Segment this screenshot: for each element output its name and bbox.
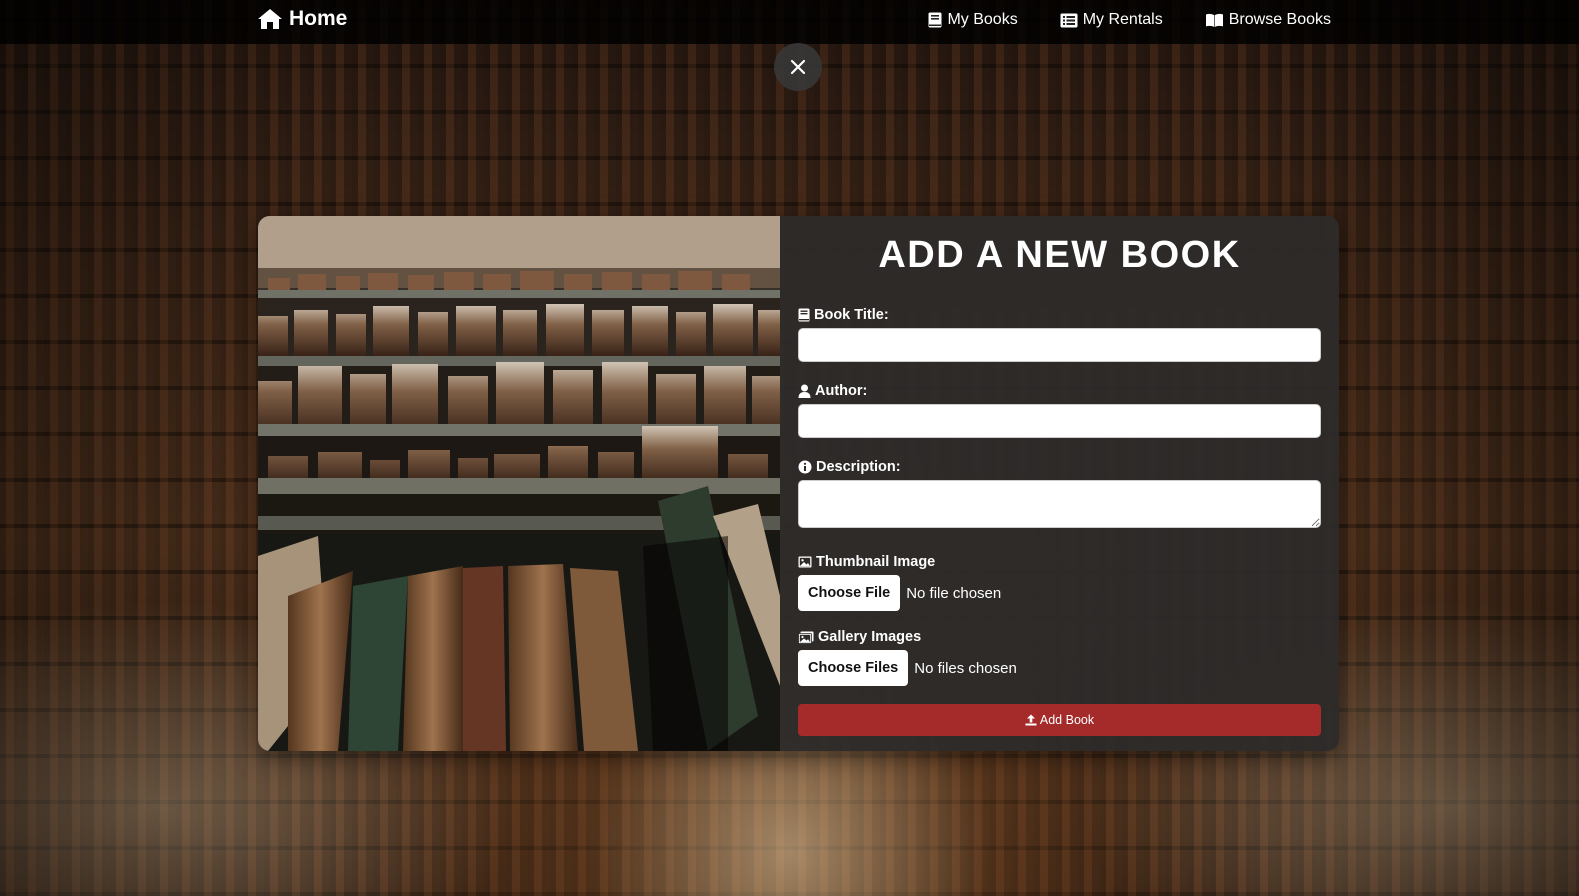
choose-file-button[interactable]: Choose File bbox=[798, 575, 901, 611]
open-book-icon bbox=[1205, 13, 1224, 28]
author-label: Author: bbox=[798, 383, 1321, 399]
book-icon bbox=[928, 12, 942, 28]
upload-icon bbox=[1025, 714, 1037, 726]
home-icon bbox=[257, 8, 283, 30]
add-book-form: ADD A NEW BOOK Book Title: Author: Descr… bbox=[780, 216, 1339, 751]
choose-files-button[interactable]: Choose Files bbox=[798, 650, 909, 686]
description-label: Description: bbox=[798, 459, 1321, 475]
thumbnail-file-input: Choose File No file chosen bbox=[798, 575, 1321, 611]
add-book-label: Add Book bbox=[1039, 713, 1095, 727]
book-icon bbox=[798, 308, 810, 322]
nav-links: My Books My Rentals Browse Books bbox=[928, 11, 1331, 29]
gallery-file-input: Choose Files No files chosen bbox=[798, 650, 1321, 686]
bookshelf-photo bbox=[258, 216, 780, 751]
nav-my-rentals[interactable]: My Rentals bbox=[1060, 11, 1163, 29]
list-icon bbox=[1060, 13, 1078, 28]
gallery-label: Gallery Images bbox=[798, 629, 1321, 645]
book-title-label: Book Title: bbox=[798, 307, 1321, 323]
close-modal-button[interactable] bbox=[774, 43, 822, 91]
add-book-button[interactable]: Add Book bbox=[798, 704, 1321, 736]
image-icon bbox=[798, 556, 812, 568]
home-link[interactable]: Home bbox=[257, 7, 347, 31]
bookshelf-illustration bbox=[258, 216, 780, 751]
user-icon bbox=[798, 384, 811, 398]
images-icon bbox=[798, 631, 814, 644]
author-input[interactable] bbox=[798, 404, 1321, 438]
nav-my-rentals-label: My Rentals bbox=[1082, 11, 1163, 28]
gallery-file-status: No files chosen bbox=[914, 659, 1017, 677]
book-title-input[interactable] bbox=[798, 328, 1321, 362]
top-navbar: Home My Books My Rentals Browse Books bbox=[0, 0, 1579, 44]
nav-my-books[interactable]: My Books bbox=[928, 11, 1018, 29]
home-label: Home bbox=[289, 7, 348, 30]
thumbnail-label-text: Thumbnail Image bbox=[816, 554, 936, 570]
thumbnail-label: Thumbnail Image bbox=[798, 554, 1321, 570]
description-textarea[interactable] bbox=[798, 480, 1321, 528]
add-book-modal: ADD A NEW BOOK Book Title: Author: Descr… bbox=[258, 216, 1339, 751]
book-title-label-text: Book Title: bbox=[814, 307, 889, 323]
form-title: ADD A NEW BOOK bbox=[878, 234, 1241, 276]
nav-browse-books[interactable]: Browse Books bbox=[1205, 11, 1331, 29]
close-icon bbox=[790, 59, 806, 75]
nav-browse-books-label: Browse Books bbox=[1228, 11, 1331, 28]
info-icon bbox=[798, 460, 812, 474]
gallery-label-text: Gallery Images bbox=[818, 629, 922, 645]
nav-my-books-label: My Books bbox=[947, 11, 1018, 28]
thumbnail-file-status: No file chosen bbox=[906, 584, 1002, 602]
description-label-text: Description: bbox=[816, 459, 901, 475]
author-label-text: Author: bbox=[815, 383, 868, 399]
